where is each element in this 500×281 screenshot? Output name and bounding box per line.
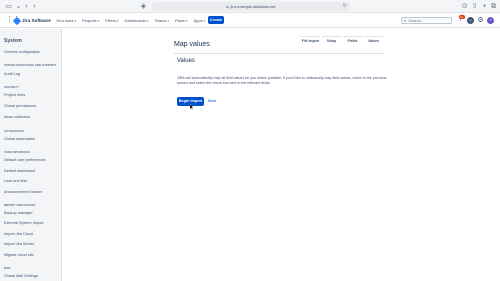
url-text: jira.example.atlassian.net [230,4,276,9]
step-label: Values [368,39,379,43]
values-description: JIRA will automatically map all field va… [177,76,387,85]
create-button[interactable]: Create [208,16,224,24]
notification-badge: 9+ [459,15,465,19]
new-tab-icon[interactable]: + [481,3,488,10]
sidebar-section-automation: AUTOMATION [4,129,24,133]
nav-menu: Your work▾ Projects▾ Filters▾ Dashboards… [56,17,205,25]
nav-teams[interactable]: Teams▾ [155,17,169,25]
step-label: Fields [347,39,358,43]
chevron-down-icon: ▾ [74,19,77,23]
sidebar-item-import-jira-cloud[interactable]: Import Jira Cloud [4,232,33,236]
nav-projects[interactable]: Projects▾ [82,17,99,25]
logo-text: Jira Software [22,18,51,23]
sidebar-item-global-automation[interactable]: Global automation [4,137,35,141]
sidebar-item-look-and-feel[interactable]: Look and feel [4,179,27,183]
mouse-cursor-icon [190,104,194,110]
browser-toolbar: ▭ ⌄ ‹ › ◈ 🔒︎ jira.example.atlassian.net ↻… [0,0,500,13]
sidebar-section-troubleshooting: TROUBLESHOOTING AND SUPPORT [4,63,57,67]
page-title: Map values [174,41,210,48]
top-navigation: ⋮⋮ Jira Software Your work▾ Projects▾ Fi… [0,13,500,28]
step-bar [364,36,383,37]
address-bar[interactable]: 🔒︎ jira.example.atlassian.net ↻ [152,2,350,11]
chevron-down-icon[interactable]: ⌄ [15,3,22,10]
step-label: File import [301,39,320,43]
sidebar-item-global-permissions[interactable]: Global permissions [4,104,36,108]
app-switcher-icon[interactable]: ⋮⋮ [6,16,20,23]
search-icon: ⌕ [404,18,407,23]
reload-icon[interactable]: ↻ [343,2,347,11]
sidebar-section-import-export: IMPORT AND EXPORT [4,203,36,207]
chevron-down-icon: ▾ [117,19,119,23]
sidebar-item-announcement-banner[interactable]: Announcement banner [4,190,42,194]
sidebar-title: System [4,38,22,44]
step-file-import: File import [300,36,321,43]
nav-your-work[interactable]: Your work▾ [56,17,76,25]
chevron-down-icon: ▾ [97,19,100,23]
nav-apps[interactable]: Apps▾ [193,17,205,25]
step-bar [322,36,341,37]
chevron-down-icon: ▾ [167,19,169,23]
step-setup: Setup [321,36,342,43]
sidebar-section-security: SECURITY [4,85,19,89]
share-icon[interactable]: ⇧ [471,3,478,10]
nav-filters[interactable]: Filters▾ [105,17,118,25]
tabs-overview-icon[interactable]: ⧉ [490,3,497,10]
back-link[interactable]: Back [208,97,216,106]
step-bar [301,36,320,37]
lock-icon: 🔒︎ [226,4,229,9]
sidebar-item-general-configuration[interactable]: General configuration [4,50,40,54]
jira-logo-icon [12,16,22,25]
sidebar-item-migrate-cloud-site[interactable]: Migrate cloud site [4,253,34,257]
sidebar-item-issue-collectors[interactable]: Issue collectors [4,115,30,119]
step-bar [343,36,362,37]
header-divider [174,53,384,54]
step-label: Setup [326,39,337,43]
sidebar-item-audit-log[interactable]: Audit Log [4,72,20,76]
forward-arrow-icon[interactable]: › [31,3,38,10]
nav-dashboards[interactable]: Dashboards▾ [125,17,149,25]
download-icon[interactable]: ⊙ [461,3,468,10]
chevron-down-icon: ▾ [203,19,206,23]
sidebar-section-mail: MAIL [4,266,12,270]
sidebar-item-global-mail-settings[interactable]: Global Mail Settings [4,274,38,278]
avatar[interactable]: J [487,17,494,24]
import-progress-steps: File import Setup Fields Values [300,36,384,50]
chevron-down-icon: ▾ [185,19,188,23]
sidebar-item-external-system-import[interactable]: External System Import [4,221,43,225]
jira-logo[interactable]: Jira Software [12,16,51,25]
search-placeholder: Search [408,18,421,23]
step-values: Values [363,36,384,43]
sidebar-item-project-roles[interactable]: Project roles [4,93,25,97]
sidebar-item-backup-manager[interactable]: Backup manager [4,211,33,215]
section-heading: Values [177,58,195,64]
sidebar-item-import-jira-server[interactable]: Import Jira Server [4,242,34,246]
gear-icon[interactable]: ⚙ [477,17,484,24]
step-fields: Fields [342,36,363,43]
sidebar-item-default-dashboard[interactable]: Default dashboard [4,169,35,173]
back-arrow-icon[interactable]: ‹ [23,3,30,10]
help-icon[interactable]: ? [467,17,474,24]
nav-plans[interactable]: Plans▾ [175,17,188,25]
sidebar-item-default-user-preferences[interactable]: Default user preferences [4,158,46,162]
chevron-down-icon: ▾ [147,19,149,23]
shield-icon[interactable]: ◈ [140,3,147,10]
search-input[interactable]: ⌕ Search [401,17,452,24]
sidebar-section-user-interface: USER INTERFACE [4,150,30,154]
admin-sidebar: System General configuration TROUBLESHOO… [0,29,62,281]
sidebar-toggle-icon[interactable]: ▭ [5,3,12,10]
